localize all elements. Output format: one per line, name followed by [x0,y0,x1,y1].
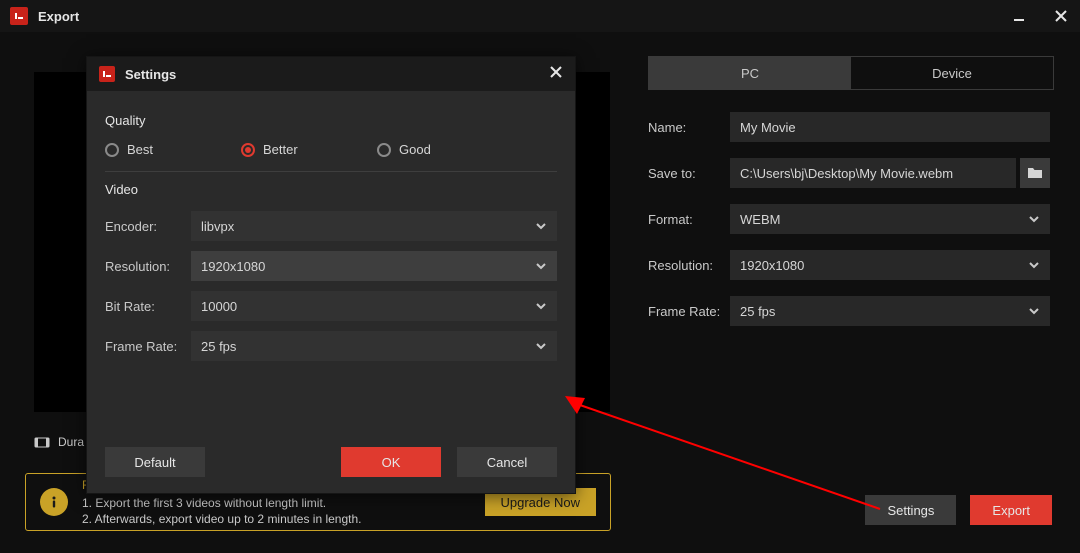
chevron-down-icon [1028,305,1040,317]
quality-section-title: Quality [105,113,557,128]
cancel-button[interactable]: Cancel [457,447,557,477]
duration-label: Dura [58,435,84,449]
chevron-down-icon [535,220,547,232]
app-icon [99,66,115,82]
app-icon [10,7,28,25]
chevron-down-icon [535,300,547,312]
quality-better-radio[interactable]: Better [241,142,377,157]
video-section-title: Video [105,182,557,197]
chevron-down-icon [1028,259,1040,271]
dlg-resolution-label: Resolution: [105,259,191,274]
tab-pc[interactable]: PC [649,57,851,89]
default-button[interactable]: Default [105,447,205,477]
settings-dialog: Settings Quality Best Better Good [86,56,576,494]
name-label: Name: [648,120,730,135]
saveto-label: Save to: [648,166,730,181]
dlg-resolution-select[interactable]: 1920x1080 [191,251,557,281]
browse-button[interactable] [1020,158,1050,188]
name-input[interactable]: My Movie [730,112,1050,142]
banner-line1: 1. Export the first 3 videos without len… [82,496,362,510]
window-title: Export [38,9,79,24]
banner-line2: 2. Afterwards, export video up to 2 minu… [82,512,362,526]
encoder-select[interactable]: libvpx [191,211,557,241]
encoder-label: Encoder: [105,219,191,234]
tab-device[interactable]: Device [851,57,1053,89]
chevron-down-icon [535,340,547,352]
quality-good-radio[interactable]: Good [377,142,513,157]
quality-best-radio[interactable]: Best [105,142,241,157]
framerate-label: Frame Rate: [648,304,730,319]
info-icon [40,488,68,516]
resolution-label: Resolution: [648,258,730,273]
divider [105,171,557,172]
format-label: Format: [648,212,730,227]
dialog-titlebar: Settings [87,57,575,91]
duration-readout: Dura [34,434,84,450]
bitrate-label: Bit Rate: [105,299,191,314]
framerate-select[interactable]: 25 fps [730,296,1050,326]
saveto-input[interactable]: C:\Users\bj\Desktop\My Movie.webm [730,158,1016,188]
target-tabs: PC Device [648,56,1054,90]
annotation-arrow [565,396,885,516]
dlg-framerate-select[interactable]: 25 fps [191,331,557,361]
close-button[interactable] [1052,7,1070,25]
settings-button[interactable]: Settings [865,495,956,525]
format-select[interactable]: WEBM [730,204,1050,234]
dialog-title: Settings [125,67,176,82]
minimize-button[interactable] [1010,7,1028,25]
resolution-select[interactable]: 1920x1080 [730,250,1050,280]
ok-button[interactable]: OK [341,447,441,477]
dialog-close-button[interactable] [549,65,563,84]
chevron-down-icon [1028,213,1040,225]
bitrate-select[interactable]: 10000 [191,291,557,321]
export-panel: PC Device Name: My Movie Save to: C:\Use… [648,56,1054,326]
chevron-down-icon [535,260,547,272]
export-button[interactable]: Export [970,495,1052,525]
window-titlebar: Export [0,0,1080,32]
dlg-framerate-label: Frame Rate: [105,339,191,354]
